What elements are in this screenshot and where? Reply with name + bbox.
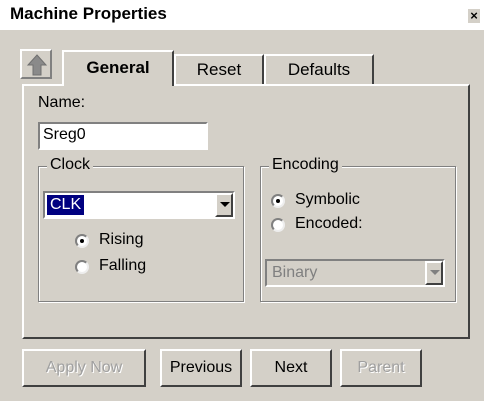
radio-falling-label: Falling <box>99 257 147 274</box>
previous-button[interactable]: Previous <box>160 349 242 387</box>
encoding-type-value: Binary <box>272 264 318 281</box>
machine-properties-window: Machine Properties × General Reset Defau… <box>0 0 484 401</box>
title-bar: Machine Properties × <box>0 0 484 30</box>
parent-button[interactable]: Parent <box>340 349 422 387</box>
window-title: Machine Properties <box>10 4 167 23</box>
clock-signal-select[interactable]: CLK <box>43 191 235 219</box>
clock-group-title: Clock <box>47 156 94 174</box>
clock-signal-value: CLK <box>47 195 85 215</box>
tab-general[interactable]: General <box>62 50 174 86</box>
tab-reset[interactable]: Reset <box>174 54 264 84</box>
close-icon[interactable]: × <box>468 9 480 23</box>
radio-symbolic-label: Symbolic <box>295 191 360 208</box>
chevron-down-icon[interactable] <box>215 193 233 217</box>
radio-rising-label: Rising <box>99 231 144 248</box>
encoding-group-title: Encoding <box>269 156 342 174</box>
radio-symbolic-indicator <box>271 194 285 208</box>
clock-group: Clock CLK Rising Falling <box>38 156 244 302</box>
encoding-group: Encoding Symbolic Encoded: Binary <box>260 156 456 302</box>
radio-falling-indicator <box>75 260 89 274</box>
general-tab-panel: Name: Sreg0 Clock CLK Rising Falling Enc… <box>22 84 470 339</box>
next-button[interactable]: Next <box>250 349 332 387</box>
chevron-down-icon[interactable] <box>425 261 443 285</box>
up-arrow-icon <box>26 54 48 76</box>
radio-rising-indicator <box>75 234 89 248</box>
radio-encoded-indicator <box>271 218 285 232</box>
tab-defaults[interactable]: Defaults <box>264 54 374 84</box>
apply-now-button[interactable]: Apply Now <box>22 349 146 387</box>
encoding-type-select[interactable]: Binary <box>265 259 445 287</box>
name-label: Name: <box>38 94 86 111</box>
radio-encoded-label: Encoded: <box>295 215 363 232</box>
name-field[interactable]: Sreg0 <box>38 122 208 150</box>
up-button[interactable] <box>20 49 52 79</box>
